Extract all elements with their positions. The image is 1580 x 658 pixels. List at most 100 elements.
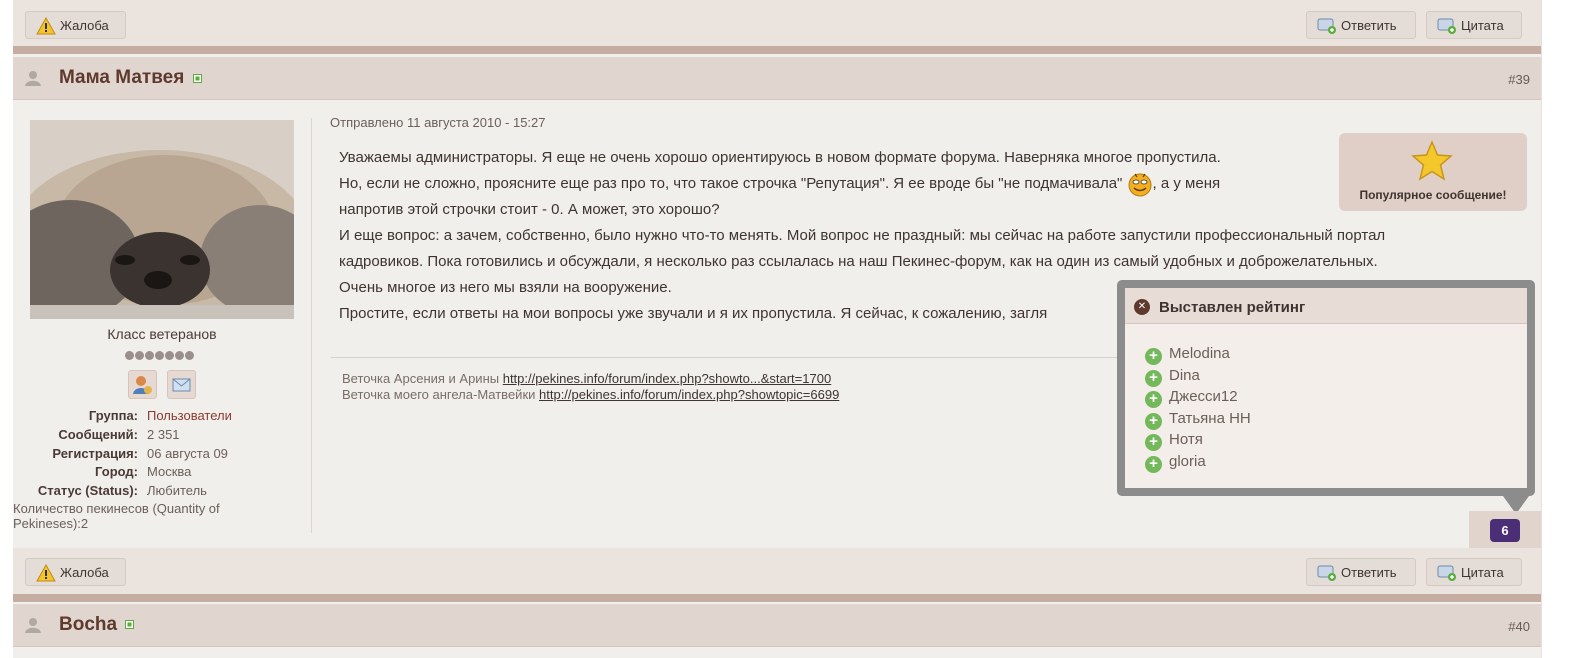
info-label: Сообщений: (58, 427, 138, 442)
warning-icon (36, 17, 56, 35)
reputation-badge[interactable]: 6 (1490, 519, 1520, 542)
report-label: Жалоба (60, 18, 109, 33)
post-paragraph: кадровиков. Пока готовились и обсуждали,… (339, 253, 1378, 271)
post-header: Мама Матвея #39 (13, 57, 1541, 100)
report-button[interactable]: Жалоба (25, 11, 126, 39)
info-label: Город: (95, 464, 138, 479)
plus-icon: + (1145, 369, 1162, 387)
user-icon (25, 71, 41, 86)
signature-link[interactable]: http://pekines.info/forum/index.php?show… (503, 371, 831, 386)
rating-user-list: + Melodina + Dina + Джесси12 + Татьяна НН + Н… (1145, 345, 1251, 474)
quote-icon (1437, 18, 1456, 34)
post-actions-bar-top: Жалоба Ответить Цитата (13, 0, 1541, 46)
rating-user[interactable]: + Dina (1145, 367, 1251, 389)
custom-field: Количество пекинесов (Quantity of Pekine… (13, 501, 220, 531)
post-text: Но, если не сложно, проясните еще раз пр… (339, 175, 1123, 192)
next-post-author[interactable]: Bocha (59, 614, 117, 636)
rating-user[interactable]: + Татьяна НН (1145, 410, 1251, 432)
plus-icon: + (1145, 412, 1162, 430)
post-number[interactable]: #39 (1508, 72, 1530, 87)
rating-user-name: Нотя (1169, 431, 1203, 448)
rank-pip (165, 351, 174, 360)
rating-user[interactable]: + gloria (1145, 453, 1251, 475)
reply-button[interactable]: Ответить (1306, 11, 1416, 39)
page-right-margin (1541, 0, 1567, 658)
online-status-icon (125, 620, 134, 629)
quote-label: Цитата (1461, 18, 1504, 33)
info-label: Статус (Status): (37, 483, 138, 498)
post-paragraph: И еще вопрос: а зачем, собственно, было … (339, 227, 1386, 245)
signature-link[interactable]: http://pekines.info/forum/index.php?show… (539, 387, 839, 402)
user-icon (25, 618, 41, 633)
quote-button[interactable]: Цитата (1426, 11, 1522, 39)
popular-post-label: Популярное сообщение! (1359, 188, 1507, 202)
rank-pip (175, 351, 184, 360)
rating-user[interactable]: + Нотя (1145, 431, 1251, 453)
smile-icon (1128, 173, 1152, 197)
rating-popup: ✕ Выставлен рейтинг + Melodina + Dina + Дже… (1117, 280, 1535, 496)
rating-popup-inner: ✕ Выставлен рейтинг + Melodina + Dina + Дже… (1125, 288, 1527, 488)
post-separator (13, 594, 1541, 602)
info-value: Любитель (147, 483, 207, 498)
reply-button[interactable]: Ответить (1306, 558, 1416, 586)
info-label: Регистрация: (52, 446, 138, 461)
group-link[interactable]: Пользователи (147, 408, 232, 423)
report-label: Жалоба (60, 565, 109, 580)
forum-thread: Жалоба Ответить Цитата Мама Матвея #39 К… (13, 0, 1541, 658)
plus-icon: + (1145, 391, 1162, 408)
rating-user[interactable]: + Джесси12 (1145, 388, 1251, 410)
rating-popup-header: ✕ Выставлен рейтинг (1125, 288, 1527, 324)
info-value: 06 августа 09 (147, 446, 228, 461)
profile-icon (133, 376, 152, 394)
signature-text: Веточка Арсения и Арины (342, 371, 500, 386)
warning-icon (36, 564, 56, 582)
close-icon[interactable]: ✕ (1134, 299, 1150, 315)
rating-user[interactable]: + Melodina (1145, 345, 1251, 367)
popular-post-badge: Популярное сообщение! (1339, 133, 1527, 211)
view-profile-button[interactable] (128, 370, 157, 399)
rank-pip (155, 351, 164, 360)
send-message-button[interactable] (167, 370, 196, 399)
rating-user-name: Джесси12 (1169, 388, 1238, 405)
plus-icon: + (1145, 348, 1162, 365)
user-rank: Класс ветеранов (107, 326, 217, 342)
post-actions-bar: Жалоба Ответить Цитата (13, 548, 1541, 594)
quote-button[interactable]: Цитата (1426, 558, 1522, 586)
column-divider (311, 118, 312, 533)
post-author[interactable]: Мама Матвея (59, 67, 184, 89)
online-status-icon (193, 74, 202, 83)
rating-user-name: Татьяна НН (1169, 409, 1251, 427)
rank-pips (125, 348, 195, 363)
star-icon (1411, 140, 1453, 181)
signature-line: Веточка Арсения и Арины http://pekines.i… (342, 371, 839, 387)
signature-divider (331, 357, 1131, 358)
plus-icon: + (1145, 434, 1162, 451)
reply-label: Ответить (1341, 565, 1397, 580)
rating-popup-title: Выставлен рейтинг (1159, 299, 1306, 316)
rank-pip (125, 351, 134, 360)
next-post-number[interactable]: #40 (1508, 619, 1530, 634)
post-text: , а у меня (1152, 175, 1221, 192)
signature-line: Веточка моего ангела-Матвейки http://pek… (342, 387, 839, 403)
info-label: Группа: (88, 408, 138, 423)
reply-icon (1317, 18, 1336, 34)
rating-user-name: gloria (1169, 452, 1206, 470)
rank-pip (145, 351, 154, 360)
plus-icon: + (1145, 455, 1162, 473)
post-date: Отправлено 11 августа 2010 - 15:27 (330, 115, 546, 130)
signature-text: Веточка моего ангела-Матвейки (342, 387, 536, 402)
avatar-image (30, 120, 294, 319)
signature: Веточка Арсения и Арины http://pekines.i… (342, 371, 839, 403)
report-button[interactable]: Жалоба (25, 558, 126, 586)
quote-icon (1437, 565, 1456, 581)
rating-user-name: Dina (1169, 366, 1200, 384)
info-value: 2 351 (147, 427, 180, 442)
rank-pip (185, 351, 194, 360)
rating-user-name: Melodina (1169, 345, 1230, 362)
reply-label: Ответить (1341, 18, 1397, 33)
avatar (30, 120, 294, 319)
reply-icon (1317, 565, 1336, 581)
info-value: Москва (147, 464, 192, 479)
quote-label: Цитата (1461, 565, 1504, 580)
post-separator (13, 46, 1541, 54)
